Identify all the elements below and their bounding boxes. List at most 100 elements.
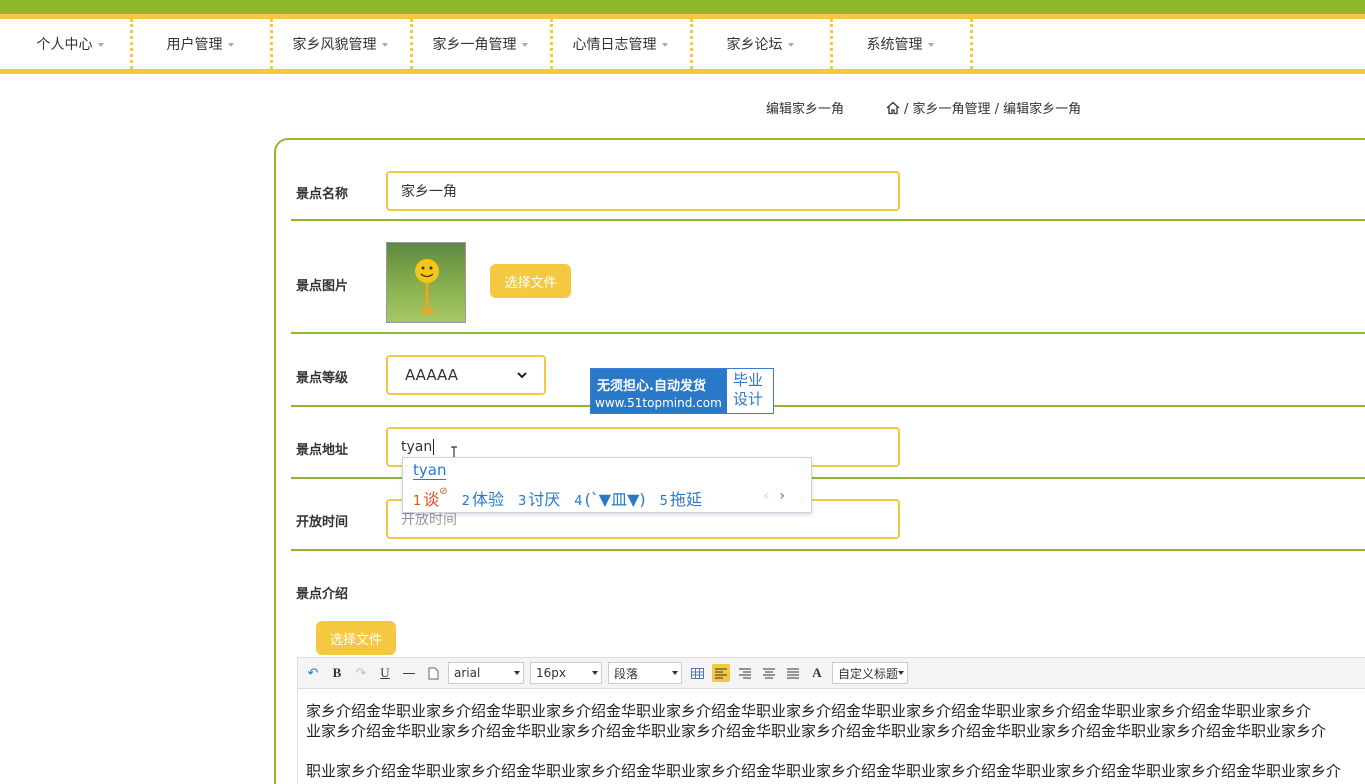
bold-icon[interactable]: B — [328, 664, 346, 682]
nav-item-personal-center[interactable]: 个人中心 — [0, 19, 140, 69]
caret-down-icon — [381, 43, 388, 47]
name-input[interactable]: 家乡一角 — [386, 171, 900, 211]
ime-candidate-text: 谈 — [423, 490, 440, 509]
caret-down-icon — [787, 43, 794, 47]
ime-candidate[interactable]: 1 谈⊘ — [413, 486, 448, 510]
nav-item-system[interactable]: 系统管理 — [830, 19, 970, 69]
intro-label: 景点介绍 — [296, 587, 349, 602]
name-input-value: 家乡一角 — [401, 184, 457, 200]
breadcrumb-path: / 家乡一角管理 / 编辑家乡一角 — [904, 102, 1082, 117]
ime-candidate-number: 5 — [659, 494, 668, 509]
image-label: 景点图片 — [296, 279, 349, 294]
editor-toolbar: ↶ B ↷ U — arial 16px 段落 A 自定义标题 — [297, 657, 1365, 689]
ad-banner-right: 毕业 设计 — [733, 371, 763, 409]
ime-composition-text: tyan — [413, 461, 447, 480]
ime-candidate-number: 3 — [517, 494, 527, 509]
chevron-left-icon[interactable]: ‹ — [763, 488, 769, 504]
underline-icon[interactable]: U — [376, 664, 394, 682]
level-select[interactable]: AAAAA — [386, 355, 546, 395]
font-family-value: arial — [454, 666, 481, 680]
home-icon[interactable] — [886, 101, 900, 115]
nav-item-hometown-scenery[interactable]: 家乡风貌管理 — [270, 19, 410, 69]
ime-candidate[interactable]: 3 讨厌 — [518, 486, 560, 510]
align-right-icon[interactable] — [736, 664, 754, 682]
ime-candidate-number: 4 — [574, 494, 583, 509]
align-justify-icon[interactable] — [784, 664, 802, 682]
ime-composition: tyan — [413, 461, 447, 480]
choose-intro-file-button[interactable]: 选择文件 — [316, 621, 396, 655]
main-nav: 个人中心 用户管理 家乡风貌管理 家乡一角管理 心情日志管理 家乡论坛 系统管理 — [0, 14, 1365, 74]
level-label: 景点等级 — [296, 371, 349, 386]
address-label: 景点地址 — [296, 443, 349, 458]
nav-item-user-management[interactable]: 用户管理 — [130, 19, 270, 69]
breadcrumb: / 家乡一角管理 / 编辑家乡一角 — [886, 98, 1081, 117]
check-circle-icon: ⊘ — [439, 486, 448, 497]
ad-banner-left: 无须担心.自动发货 www.51topmind.com — [591, 369, 727, 413]
ime-candidate-text: 体验 — [471, 490, 504, 509]
name-label: 景点名称 — [296, 187, 349, 202]
nav-item-label: 家乡论坛 — [726, 37, 783, 53]
ime-candidate-number: 1 — [413, 494, 422, 509]
font-size-value: 16px — [536, 666, 566, 680]
caret-down-icon — [672, 671, 678, 675]
rich-text-editor[interactable]: 家乡介绍金华职业家乡介绍金华职业家乡介绍金华职业家乡介绍金华职业家乡介绍金华职业… — [297, 689, 1365, 784]
ad-right-2: 设计 — [733, 390, 764, 408]
redo-icon[interactable]: ↷ — [352, 664, 370, 682]
caret-down-icon — [661, 43, 668, 47]
document-icon[interactable] — [424, 664, 442, 682]
ad-right-1: 毕业 — [733, 371, 764, 389]
table-icon[interactable] — [688, 664, 706, 682]
chevron-right-icon[interactable]: › — [779, 488, 785, 504]
undo-icon[interactable]: ↶ — [304, 664, 322, 682]
align-center-icon[interactable] — [760, 664, 778, 682]
nav-item-label: 家乡风貌管理 — [292, 37, 377, 53]
custom-title-select[interactable]: 自定义标题 — [832, 662, 908, 684]
horizontal-rule-icon[interactable]: — — [400, 664, 418, 682]
nav-divider — [970, 19, 973, 69]
ad-banner: 无须担心.自动发货 www.51topmind.com 毕业 设计 — [590, 368, 774, 414]
level-select-value: AAAAA — [405, 366, 458, 384]
nav-item-label: 个人中心 — [36, 37, 93, 53]
font-family-select[interactable]: arial — [448, 662, 524, 684]
row-divider — [291, 405, 1365, 407]
nav-item-mood-log[interactable]: 心情日志管理 — [550, 19, 690, 69]
ime-candidate-popup: tyan 1 谈⊘ 2 体验 3 讨厌 4 (ˋ▼皿▼) 5 拖延 ‹ › — [402, 457, 812, 513]
paragraph-value: 段落 — [614, 666, 639, 681]
nav-item-label: 用户管理 — [166, 37, 223, 53]
caret-down-icon — [97, 43, 104, 47]
top-accent-bar — [0, 0, 1365, 14]
editor-paragraph: 业家乡介绍金华职业家乡介绍金华职业家乡介绍金华职业家乡介绍金华职业家乡介绍金华职… — [306, 722, 1327, 740]
ime-candidate-list: 1 谈⊘ 2 体验 3 讨厌 4 (ˋ▼皿▼) 5 拖延 — [413, 486, 702, 510]
ime-candidate[interactable]: 2 体验 — [462, 486, 504, 510]
align-left-icon[interactable] — [712, 664, 730, 682]
editor-paragraph: 家乡介绍金华职业家乡介绍金华职业家乡介绍金华职业家乡介绍金华职业家乡介绍金华职业… — [306, 702, 1312, 720]
nav-item-hometown-corner[interactable]: 家乡一角管理 — [410, 19, 550, 69]
nav-item-label: 系统管理 — [866, 37, 923, 53]
caret-down-icon — [927, 43, 934, 47]
custom-title-value: 自定义标题 — [838, 666, 898, 681]
paragraph-select[interactable]: 段落 — [608, 662, 682, 684]
chevron-down-icon — [517, 371, 527, 379]
ime-candidate[interactable]: 4 (ˋ▼皿▼) — [574, 486, 645, 510]
scenic-image-thumbnail — [386, 242, 466, 323]
row-divider — [291, 219, 1365, 221]
nav-item-forum[interactable]: 家乡论坛 — [690, 19, 830, 69]
ime-page-nav: ‹ › — [763, 488, 785, 504]
font-size-select[interactable]: 16px — [530, 662, 602, 684]
address-input-value: tyan — [401, 439, 433, 455]
open-time-label: 开放时间 — [296, 515, 349, 530]
choose-image-button[interactable]: 选择文件 — [490, 264, 571, 298]
caret-down-icon — [227, 43, 234, 47]
row-divider — [291, 332, 1365, 334]
ime-candidate[interactable]: 5 拖延 — [660, 486, 702, 510]
text-caret — [433, 439, 435, 455]
font-color-icon[interactable]: A — [808, 664, 826, 682]
caret-down-icon — [514, 671, 520, 675]
caret-down-icon — [592, 671, 598, 675]
caret-down-icon — [898, 671, 904, 675]
ime-candidate-text: 讨厌 — [528, 490, 561, 509]
ime-candidate-text: 拖延 — [669, 490, 702, 509]
caret-down-icon — [521, 43, 528, 47]
ad-line-2: www.51topmind.com — [595, 396, 722, 410]
ime-candidate-text: (ˋ▼皿▼) — [584, 490, 646, 509]
